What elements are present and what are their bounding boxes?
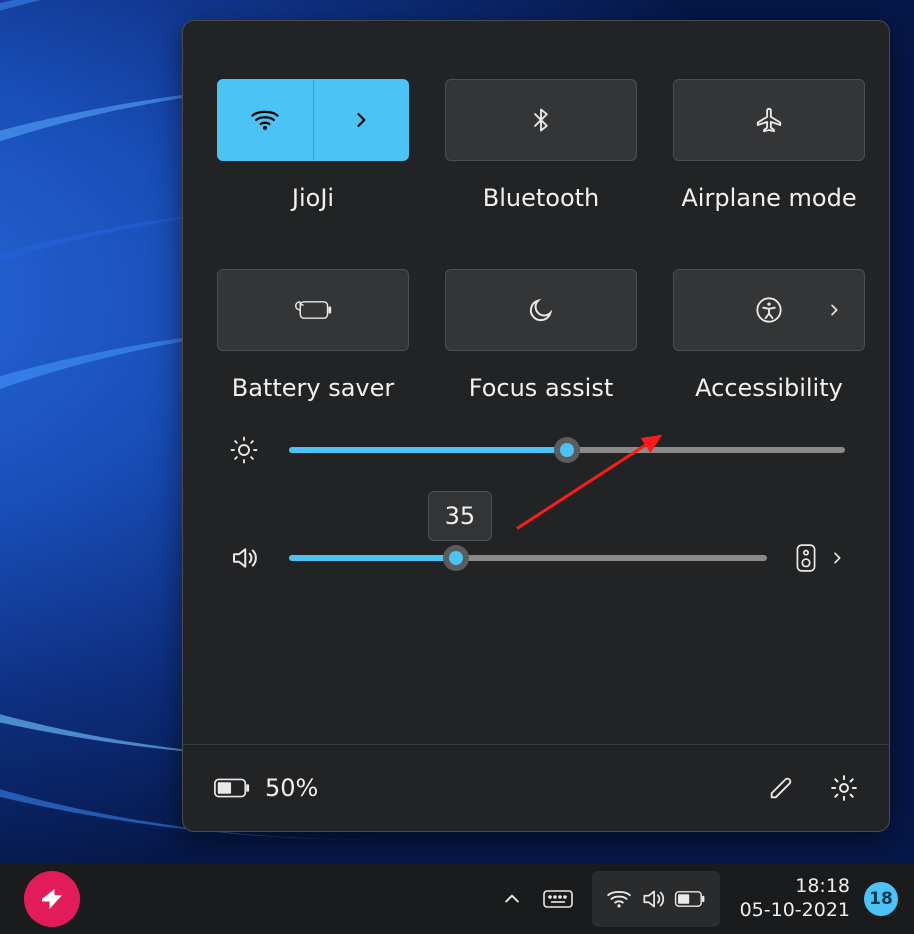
edit-button[interactable] (767, 774, 795, 802)
notifications-button[interactable]: 18 (864, 882, 898, 916)
chevron-up-icon (502, 889, 522, 909)
accessibility-tile[interactable]: Accessibility (673, 269, 865, 351)
chevron-right-icon (829, 550, 845, 566)
quick-settings-panel: JioJi Bluetooth Airplane mode (182, 20, 890, 832)
volume-tooltip: 35 (428, 491, 493, 541)
volume-thumb[interactable] (443, 545, 469, 571)
volume-fill (289, 555, 456, 561)
taskbar: 18:18 05-10-2021 18 (0, 864, 914, 934)
clock-time: 18:18 (740, 875, 850, 899)
airplane-tile[interactable]: Airplane mode (673, 79, 865, 161)
volume-row: 35 (227, 543, 845, 573)
bluetooth-label: Bluetooth (446, 184, 636, 212)
settings-button[interactable] (829, 773, 859, 803)
battery-status[interactable]: 50% (213, 774, 318, 802)
volume-slider[interactable]: 35 (289, 555, 767, 561)
app-icon (37, 884, 67, 914)
speaker-device-icon (795, 543, 817, 573)
pinned-app-button[interactable] (24, 871, 80, 927)
battery-saver-label: Battery saver (218, 374, 408, 402)
gear-icon (829, 773, 859, 803)
wifi-icon (606, 886, 632, 912)
accessibility-label: Accessibility (674, 374, 864, 402)
clock-date: 05-10-2021 (740, 899, 850, 923)
moon-icon (527, 296, 555, 324)
wifi-icon (250, 105, 280, 135)
bluetooth-icon (527, 106, 555, 134)
audio-output-button[interactable] (795, 543, 845, 573)
wifi-expand[interactable] (313, 80, 409, 160)
battery-icon (213, 776, 251, 800)
volume-icon (227, 543, 261, 573)
brightness-fill (289, 447, 567, 453)
volume-icon (640, 886, 666, 912)
chevron-right-icon (351, 110, 371, 130)
focus-assist-tile[interactable]: Focus assist (445, 269, 637, 351)
battery-percent: 50% (265, 774, 318, 802)
tray-overflow-button[interactable] (490, 871, 534, 927)
clock-button[interactable]: 18:18 05-10-2021 (740, 875, 850, 923)
battery-saver-tile[interactable]: Battery saver (217, 269, 409, 351)
accessibility-icon (755, 296, 783, 324)
keyboard-button[interactable] (534, 871, 582, 927)
quick-tiles-grid: JioJi Bluetooth Airplane mode (183, 21, 889, 351)
wifi-toggle[interactable] (218, 80, 313, 160)
battery-icon (674, 889, 706, 909)
wifi-tile[interactable]: JioJi (217, 79, 409, 161)
keyboard-icon (542, 887, 574, 911)
system-tray-group[interactable] (592, 871, 720, 927)
pencil-icon (767, 774, 795, 802)
wifi-label: JioJi (218, 184, 408, 212)
panel-footer: 50% (183, 744, 889, 831)
notification-count: 18 (869, 889, 893, 909)
airplane-label: Airplane mode (674, 184, 864, 212)
chevron-right-icon (826, 302, 842, 318)
brightness-row (227, 435, 845, 465)
brightness-icon (227, 435, 261, 465)
brightness-thumb[interactable] (554, 437, 580, 463)
focus-assist-label: Focus assist (446, 374, 636, 402)
desktop-wallpaper: JioJi Bluetooth Airplane mode (0, 0, 914, 934)
bluetooth-tile[interactable]: Bluetooth (445, 79, 637, 161)
brightness-slider[interactable] (289, 447, 845, 453)
airplane-icon (754, 105, 784, 135)
battery-saver-icon (293, 297, 333, 323)
